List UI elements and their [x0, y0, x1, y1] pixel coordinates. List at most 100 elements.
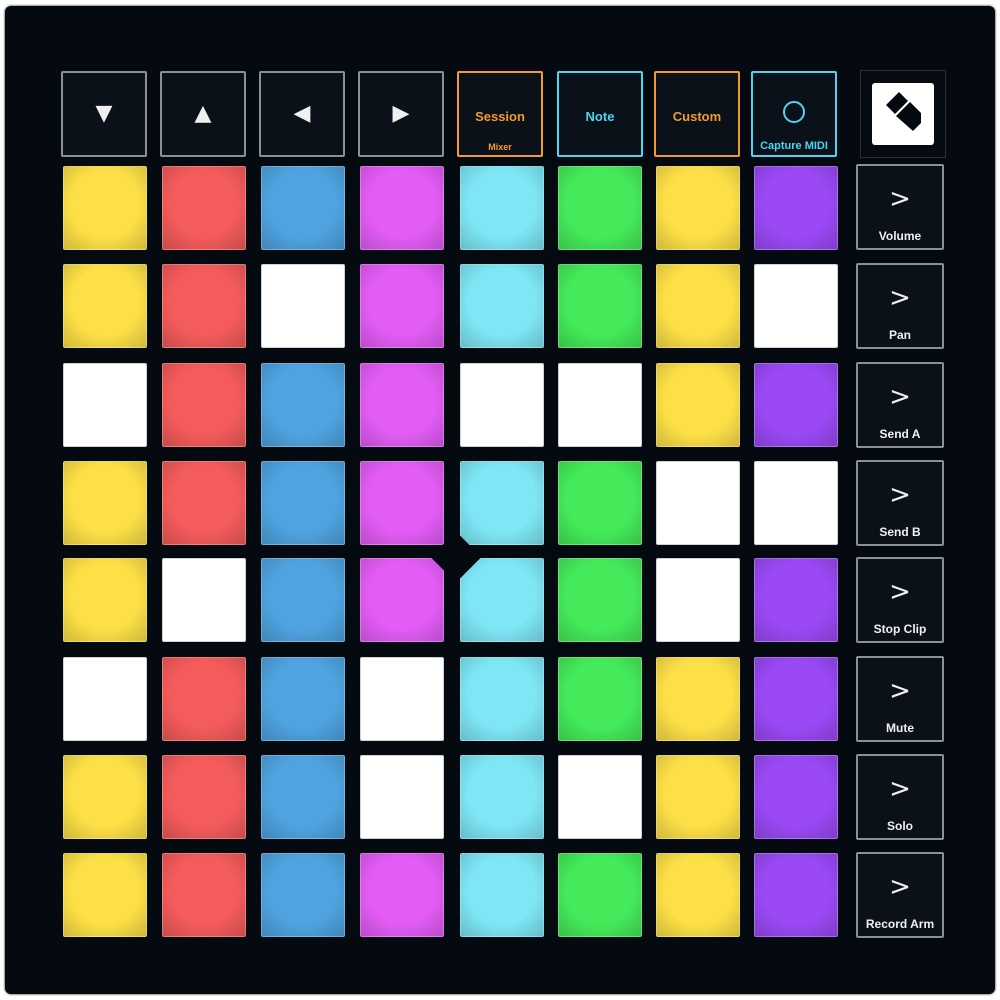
pad-r7-c5[interactable]: [460, 755, 544, 839]
pad-r4-c6[interactable]: [558, 461, 642, 545]
pad-r6-c6[interactable]: [558, 657, 642, 741]
send-a-button[interactable]: > Send A: [856, 362, 944, 448]
pad-r5-c8[interactable]: [754, 558, 838, 642]
pad-r2-c8[interactable]: [754, 264, 838, 348]
pad-r4-c1[interactable]: [63, 461, 147, 545]
solo-button[interactable]: > Solo: [856, 754, 944, 840]
pad-r2-c6[interactable]: [558, 264, 642, 348]
pad-r8-c7[interactable]: [656, 853, 740, 937]
volume-label: Volume: [878, 229, 922, 243]
pad-r8-c1[interactable]: [63, 853, 147, 937]
record-arm-button[interactable]: > Record Arm: [856, 852, 944, 938]
pad-r7-c6[interactable]: [558, 755, 642, 839]
pad-r6-c3[interactable]: [261, 657, 345, 741]
pad-r4-c5[interactable]: [460, 461, 544, 545]
pad-r6-c4[interactable]: [360, 657, 444, 741]
note-button[interactable]: Note: [557, 71, 643, 157]
right-arrow-icon: ▶: [392, 101, 410, 126]
pad-r1-c6[interactable]: [558, 166, 642, 250]
pad-r4-c7[interactable]: [656, 461, 740, 545]
pad-r2-c7[interactable]: [656, 264, 740, 348]
up-arrow-icon: ▲: [194, 101, 212, 126]
pad-r4-c2[interactable]: [162, 461, 246, 545]
pad-r2-c5[interactable]: [460, 264, 544, 348]
pad-r8-c6[interactable]: [558, 853, 642, 937]
pad-r5-c5[interactable]: [460, 558, 544, 642]
pad-r1-c1[interactable]: [63, 166, 147, 250]
custom-button[interactable]: Custom: [654, 71, 740, 157]
pad-r5-c6[interactable]: [558, 558, 642, 642]
capture-midi-label: Capture MIDI: [760, 140, 828, 152]
pad-r1-c2[interactable]: [162, 166, 246, 250]
down-arrow-button[interactable]: ▼: [61, 71, 147, 157]
pad-r3-c7[interactable]: [656, 363, 740, 447]
pad-r2-c4[interactable]: [360, 264, 444, 348]
right-arrow-button[interactable]: ▶: [358, 71, 444, 157]
pad-r1-c5[interactable]: [460, 166, 544, 250]
chevron-right-icon: >: [889, 872, 911, 902]
pad-r1-c8[interactable]: [754, 166, 838, 250]
mute-label: Mute: [886, 721, 914, 735]
pad-r4-c8[interactable]: [754, 461, 838, 545]
circle-icon: [783, 101, 805, 123]
chevron-right-icon: >: [889, 676, 911, 706]
custom-label: Custom: [672, 109, 722, 124]
pad-r7-c3[interactable]: [261, 755, 345, 839]
pad-r5-c4[interactable]: [360, 558, 444, 642]
left-arrow-button[interactable]: ◀: [259, 71, 345, 157]
pad-r8-c8[interactable]: [754, 853, 838, 937]
pad-r5-c1[interactable]: [63, 558, 147, 642]
pad-r6-c7[interactable]: [656, 657, 740, 741]
capture-midi-button[interactable]: Capture MIDI: [751, 71, 837, 157]
pad-r2-c2[interactable]: [162, 264, 246, 348]
volume-button[interactable]: > Volume: [856, 164, 944, 250]
pad-r2-c1[interactable]: [63, 264, 147, 348]
novation-logo-button[interactable]: [860, 70, 946, 158]
pad-r3-c6[interactable]: [558, 363, 642, 447]
pad-r3-c5[interactable]: [460, 363, 544, 447]
pad-r3-c4[interactable]: [360, 363, 444, 447]
chevron-right-icon: >: [889, 480, 911, 510]
pad-r3-c3[interactable]: [261, 363, 345, 447]
pan-button[interactable]: > Pan: [856, 263, 944, 349]
pad-r4-c4[interactable]: [360, 461, 444, 545]
pad-r6-c5[interactable]: [460, 657, 544, 741]
send-b-button[interactable]: > Send B: [856, 460, 944, 546]
pad-r1-c3[interactable]: [261, 166, 345, 250]
pad-r3-c8[interactable]: [754, 363, 838, 447]
stop-clip-button[interactable]: > Stop Clip: [856, 557, 944, 643]
launchpad-device: ▼ ▲ ◀ ▶ Session Mixer Note Custom Captur…: [5, 6, 995, 994]
pad-r3-c2[interactable]: [162, 363, 246, 447]
session-label: Session: [475, 109, 525, 124]
pad-r4-c3[interactable]: [261, 461, 345, 545]
pad-r1-c4[interactable]: [360, 166, 444, 250]
pad-r7-c4[interactable]: [360, 755, 444, 839]
pad-r8-c3[interactable]: [261, 853, 345, 937]
pad-r5-c2[interactable]: [162, 558, 246, 642]
chevron-right-icon: >: [889, 283, 911, 313]
novation-logo-icon: [872, 83, 934, 145]
pad-r7-c2[interactable]: [162, 755, 246, 839]
pad-r7-c1[interactable]: [63, 755, 147, 839]
mute-button[interactable]: > Mute: [856, 656, 944, 742]
pad-r7-c7[interactable]: [656, 755, 740, 839]
session-button[interactable]: Session Mixer: [457, 71, 543, 157]
pad-r7-c8[interactable]: [754, 755, 838, 839]
pad-r1-c7[interactable]: [656, 166, 740, 250]
pad-r8-c2[interactable]: [162, 853, 246, 937]
pad-r8-c4[interactable]: [360, 853, 444, 937]
pad-r6-c8[interactable]: [754, 657, 838, 741]
up-arrow-button[interactable]: ▲: [160, 71, 246, 157]
pad-r5-c7[interactable]: [656, 558, 740, 642]
pad-r2-c3[interactable]: [261, 264, 345, 348]
pad-r3-c1[interactable]: [63, 363, 147, 447]
pad-r6-c2[interactable]: [162, 657, 246, 741]
pad-r8-c5[interactable]: [460, 853, 544, 937]
note-label: Note: [585, 109, 615, 124]
record-arm-label: Record Arm: [865, 917, 935, 931]
chevron-right-icon: >: [889, 774, 911, 804]
mixer-sublabel: Mixer: [488, 142, 512, 152]
pad-r6-c1[interactable]: [63, 657, 147, 741]
send-a-label: Send A: [879, 427, 921, 441]
pad-r5-c3[interactable]: [261, 558, 345, 642]
